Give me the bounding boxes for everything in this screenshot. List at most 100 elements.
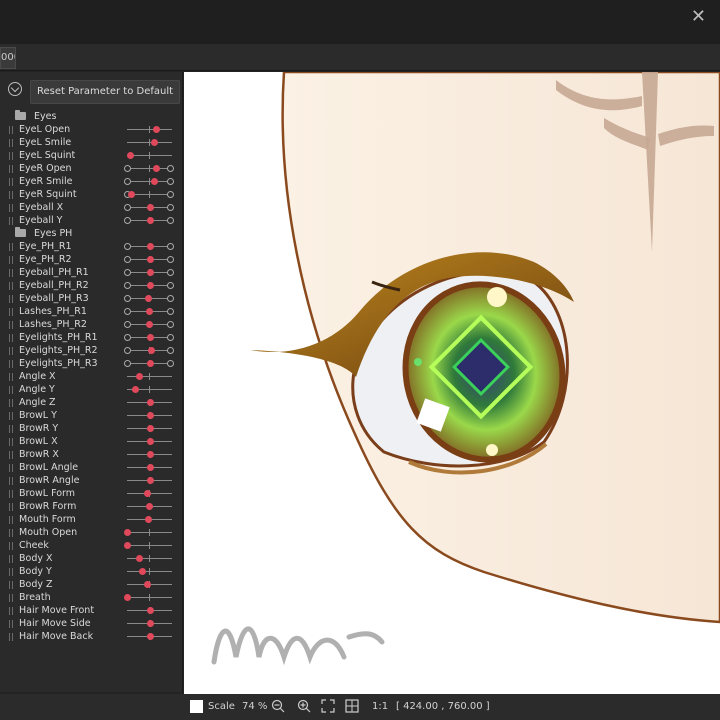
drag-handle-icon[interactable]	[9, 321, 13, 329]
drag-handle-icon[interactable]	[9, 451, 13, 459]
parameter-slider-knob[interactable]	[143, 581, 151, 588]
parameter-slider-knob[interactable]	[124, 542, 132, 549]
parameter-row[interactable]: BrowL Form	[0, 487, 182, 500]
keyform-min-dot[interactable]	[124, 165, 131, 172]
parameter-row[interactable]: Hair Move Back	[0, 630, 182, 643]
parameter-row[interactable]: Eyelights_PH_R2	[0, 344, 182, 357]
keyform-max-dot[interactable]	[167, 178, 174, 185]
parameter-row[interactable]: EyeL Squint	[0, 149, 182, 162]
drag-handle-icon[interactable]	[9, 139, 13, 147]
drag-handle-icon[interactable]	[9, 308, 13, 316]
keyform-max-dot[interactable]	[167, 334, 174, 341]
keyform-min-dot[interactable]	[124, 204, 131, 211]
parameter-slider-knob[interactable]	[153, 126, 161, 133]
parameter-slider-knob[interactable]	[146, 360, 154, 367]
parameter-folder[interactable]: Eyes	[0, 110, 182, 123]
parameter-slider-knob[interactable]	[146, 425, 154, 432]
parameter-slider-knob[interactable]	[146, 217, 154, 224]
parameter-slider-knob[interactable]	[143, 490, 151, 497]
parameter-row[interactable]: Angle Z	[0, 396, 182, 409]
parameter-row[interactable]: Eye_PH_R2	[0, 253, 182, 266]
parameter-slider-knob[interactable]	[124, 594, 132, 601]
parameter-slider-knob[interactable]	[153, 165, 161, 172]
keyform-max-dot[interactable]	[167, 282, 174, 289]
keyform-min-dot[interactable]	[124, 282, 131, 289]
drag-handle-icon[interactable]	[9, 295, 13, 303]
drag-handle-icon[interactable]	[9, 360, 13, 368]
parameter-row[interactable]: Eyeball_PH_R2	[0, 279, 182, 292]
drag-handle-icon[interactable]	[9, 542, 13, 550]
parameter-row[interactable]: BrowR Form	[0, 500, 182, 513]
keyform-max-dot[interactable]	[167, 295, 174, 302]
parameter-folder[interactable]: Eyes PH	[0, 227, 182, 240]
drag-handle-icon[interactable]	[9, 412, 13, 420]
zoom-out-icon[interactable]	[271, 699, 285, 713]
parameter-row[interactable]: EyeL Open	[0, 123, 182, 136]
parameter-slider-knob[interactable]	[146, 269, 154, 276]
parameter-row[interactable]: EyeL Smile	[0, 136, 182, 149]
drag-handle-icon[interactable]	[9, 438, 13, 446]
keyform-min-dot[interactable]	[124, 269, 131, 276]
parameter-slider-knob[interactable]	[146, 451, 154, 458]
parameter-slider-knob[interactable]	[146, 620, 154, 627]
drag-handle-icon[interactable]	[9, 490, 13, 498]
parameter-slider-knob[interactable]	[146, 438, 154, 445]
keyform-max-dot[interactable]	[167, 269, 174, 276]
drag-handle-icon[interactable]	[9, 282, 13, 290]
parameter-row[interactable]: BrowL Angle	[0, 461, 182, 474]
parameter-slider-knob[interactable]	[146, 204, 154, 211]
drag-handle-icon[interactable]	[9, 373, 13, 381]
reset-parameter-button[interactable]: Reset Parameter to Default	[30, 80, 180, 104]
drag-handle-icon[interactable]	[9, 191, 13, 199]
parameter-row[interactable]: BrowR Angle	[0, 474, 182, 487]
drag-handle-icon[interactable]	[9, 464, 13, 472]
parameter-slider-knob[interactable]	[146, 256, 154, 263]
parameter-row[interactable]: Breath	[0, 591, 182, 604]
parameter-row[interactable]: Cheek	[0, 539, 182, 552]
keyform-min-dot[interactable]	[124, 334, 131, 341]
keyform-max-dot[interactable]	[167, 360, 174, 367]
drag-handle-icon[interactable]	[9, 477, 13, 485]
parameter-slider-knob[interactable]	[146, 282, 154, 289]
parameter-row[interactable]: Eyelights_PH_R1	[0, 331, 182, 344]
drag-handle-icon[interactable]	[9, 425, 13, 433]
parameter-slider-knob[interactable]	[127, 152, 135, 159]
parameter-slider-knob[interactable]	[136, 373, 144, 380]
drag-handle-icon[interactable]	[9, 126, 13, 134]
parameter-slider-knob[interactable]	[124, 529, 132, 536]
canvas-viewport[interactable]	[184, 72, 720, 694]
parameter-slider-knob[interactable]	[148, 347, 156, 354]
drag-handle-icon[interactable]	[9, 256, 13, 264]
parameter-slider-knob[interactable]	[150, 178, 158, 185]
scale-value[interactable]: 74 %	[242, 701, 267, 712]
parameter-row[interactable]: Lashes_PH_R2	[0, 318, 182, 331]
drag-handle-icon[interactable]	[9, 555, 13, 563]
parameter-row[interactable]: Eyeball X	[0, 201, 182, 214]
parameter-slider-knob[interactable]	[146, 334, 154, 341]
parameter-row[interactable]: Body Y	[0, 565, 182, 578]
parameter-slider-knob[interactable]	[146, 412, 154, 419]
drag-handle-icon[interactable]	[9, 152, 13, 160]
parameter-row[interactable]: Hair Move Front	[0, 604, 182, 617]
keyform-min-dot[interactable]	[124, 178, 131, 185]
parameter-row[interactable]: BrowL X	[0, 435, 182, 448]
keyform-max-dot[interactable]	[167, 217, 174, 224]
parameter-slider-knob[interactable]	[146, 503, 153, 510]
drag-handle-icon[interactable]	[9, 178, 13, 186]
keyform-min-dot[interactable]	[124, 256, 131, 263]
parameter-row[interactable]: BrowR X	[0, 448, 182, 461]
parameter-slider-knob[interactable]	[136, 555, 144, 562]
parameter-slider-knob[interactable]	[146, 399, 154, 406]
drag-handle-icon[interactable]	[9, 243, 13, 251]
parameter-slider-knob[interactable]	[139, 568, 147, 575]
drag-handle-icon[interactable]	[9, 334, 13, 342]
parameter-row[interactable]: Eyeball Y	[0, 214, 182, 227]
parameter-slider-knob[interactable]	[146, 477, 154, 484]
parameter-row[interactable]: Mouth Form	[0, 513, 182, 526]
parameter-slider-knob[interactable]	[145, 516, 153, 523]
drag-handle-icon[interactable]	[9, 529, 13, 537]
chevron-down-icon[interactable]	[8, 82, 22, 96]
parameter-row[interactable]: Body X	[0, 552, 182, 565]
fit-screen-icon[interactable]	[321, 699, 335, 713]
parameter-slider-knob[interactable]	[146, 607, 154, 614]
